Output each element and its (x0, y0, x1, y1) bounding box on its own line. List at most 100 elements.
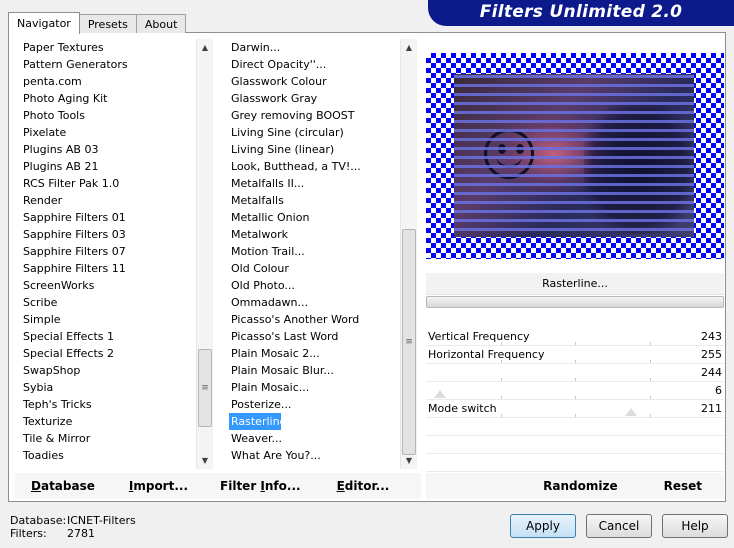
filter-item[interactable]: Living Sine (circular) (223, 124, 430, 141)
database-info: Database: ICNET-Filters Filters: 2781 (10, 514, 136, 540)
database-label: Database: (10, 514, 67, 527)
right-button-bar: Randomize Reset (426, 473, 724, 499)
filter-item[interactable]: What Are You?... (223, 447, 430, 464)
filter-info-button[interactable]: Filter Info... (210, 479, 311, 493)
tab-strip: Navigator Presets About (8, 11, 187, 34)
category-item[interactable]: Simple (15, 311, 220, 328)
filter-item[interactable]: Metalwork (223, 226, 430, 243)
control-label: Vertical Frequency (428, 330, 530, 343)
slider-marker-icon[interactable] (625, 408, 637, 416)
filter-item[interactable]: Ommadawn... (223, 294, 430, 311)
control-slider[interactable]: 6 (426, 382, 724, 400)
tab-navigator-label: Navigator (17, 17, 71, 30)
category-item[interactable]: ScreenWorks (15, 277, 220, 294)
scroll-up-icon[interactable]: ▲ (197, 39, 213, 56)
apply-button[interactable]: Apply (510, 514, 576, 538)
control-slider[interactable]: Mode switch 211 (426, 400, 724, 418)
category-item[interactable]: Photo Aging Kit (15, 90, 220, 107)
category-item[interactable]: Pattern Generators (15, 56, 220, 73)
control-value: 211 (701, 402, 722, 415)
title-banner: Filters Unlimited 2.0 (428, 0, 734, 26)
category-item[interactable]: Special Effects 2 (15, 345, 220, 362)
scroll-thumb[interactable]: ≡ (198, 349, 212, 427)
preview-area (426, 53, 724, 259)
scroll-thumb[interactable]: ≡ (402, 229, 416, 455)
filter-item[interactable]: Old Photo... (223, 277, 430, 294)
editor-button[interactable]: Editor... (327, 479, 400, 493)
category-scrollbar[interactable]: ▲ ≡ ▼ (196, 39, 213, 469)
empty-control-row (426, 436, 724, 454)
category-item[interactable]: Plugins AB 21 (15, 158, 220, 175)
filter-scrollbar[interactable]: ▲ ≡ ▼ (400, 39, 417, 469)
database-value: ICNET-Filters (67, 514, 136, 527)
control-value: 243 (701, 330, 722, 343)
filter-item[interactable]: Glasswork Colour (223, 73, 430, 90)
category-item[interactable]: Sapphire Filters 11 (15, 260, 220, 277)
cancel-button[interactable]: Cancel (586, 514, 652, 538)
control-slider[interactable]: Horizontal Frequency 255 (426, 346, 724, 364)
scroll-down-icon[interactable]: ▼ (401, 452, 417, 469)
filter-item[interactable]: Weaver... (223, 430, 430, 447)
control-value: 255 (701, 348, 722, 361)
category-item[interactable]: Teph's Tricks (15, 396, 220, 413)
category-item[interactable]: penta.com (15, 73, 220, 90)
filter-item[interactable]: Living Sine (linear) (223, 141, 430, 158)
category-item[interactable]: RCS Filter Pak 1.0 (15, 175, 220, 192)
filter-item[interactable]: Darwin... (223, 39, 430, 56)
import-button[interactable]: Import... (119, 479, 198, 493)
filter-name-label: Rasterline... (426, 273, 724, 295)
randomize-button[interactable]: Randomize (533, 479, 627, 493)
tab-navigator[interactable]: Navigator (8, 12, 80, 34)
filter-item[interactable]: Metalfalls II... (223, 175, 430, 192)
category-item[interactable]: Sapphire Filters 03 (15, 226, 220, 243)
control-label: Mode switch (428, 402, 497, 415)
category-item[interactable]: Scribe (15, 294, 220, 311)
filter-item[interactable]: Old Colour (223, 260, 430, 277)
category-item[interactable]: SwapShop (15, 362, 220, 379)
category-item[interactable]: Pixelate (15, 124, 220, 141)
filter-item[interactable]: Posterize... (223, 396, 430, 413)
left-button-bar: Database Import... Filter Info... Editor… (15, 473, 421, 499)
filter-item[interactable]: Look, Butthead, a TV!... (223, 158, 430, 175)
slider-marker-icon[interactable] (434, 390, 446, 398)
reset-button[interactable]: Reset (654, 479, 712, 493)
tab-about[interactable]: About (135, 14, 187, 33)
category-item[interactable]: Paper Textures (15, 39, 220, 56)
category-item[interactable]: Sapphire Filters 01 (15, 209, 220, 226)
scroll-down-icon[interactable]: ▼ (197, 452, 213, 469)
filter-item[interactable]: Metallic Onion (223, 209, 430, 226)
control-slider[interactable]: 244 (426, 364, 724, 382)
filter-item[interactable]: Direct Opacity''... (223, 56, 430, 73)
category-list[interactable]: Paper Textures Pattern Generators penta.co… (15, 39, 220, 501)
category-item[interactable]: Sapphire Filters 07 (15, 243, 220, 260)
category-item[interactable]: Render (15, 192, 220, 209)
filter-item[interactable]: Picasso's Another Word (223, 311, 430, 328)
filters-count: 2781 (67, 527, 95, 540)
category-item[interactable]: Tile & Mirror (15, 430, 220, 447)
help-button[interactable]: Help (662, 514, 728, 538)
category-item[interactable]: Plugins AB 03 (15, 141, 220, 158)
category-item[interactable]: Sybia (15, 379, 220, 396)
filter-item[interactable]: Grey removing BOOST (223, 107, 430, 124)
filter-item[interactable]: Plain Mosaic... (223, 379, 430, 396)
database-button[interactable]: Database (21, 479, 105, 493)
filter-item[interactable]: Plain Mosaic Blur... (223, 362, 430, 379)
category-item[interactable]: Special Effects 1 (15, 328, 220, 345)
tab-about-label: About (144, 17, 178, 31)
control-slider[interactable]: Vertical Frequency 243 (426, 328, 724, 346)
tab-presets[interactable]: Presets (78, 14, 137, 33)
empty-control-row (426, 454, 724, 472)
app-title: Filters Unlimited 2.0 (479, 2, 683, 22)
category-item[interactable]: Photo Tools (15, 107, 220, 124)
filter-list[interactable]: Darwin... Direct Opacity''... Glasswork Co… (223, 39, 430, 501)
filter-item[interactable]: Motion Trail... (223, 243, 430, 260)
filter-item[interactable]: Glasswork Gray (223, 90, 430, 107)
filter-item-selected[interactable]: Rasterline (229, 413, 286, 430)
filter-item[interactable]: Plain Mosaic 2... (223, 345, 430, 362)
category-item[interactable]: Texturize (15, 413, 220, 430)
filter-item[interactable]: Picasso's Last Word (223, 328, 430, 345)
scroll-up-icon[interactable]: ▲ (401, 39, 417, 56)
category-item[interactable]: Toadies (15, 447, 220, 464)
filter-item[interactable]: Metalfalls (223, 192, 430, 209)
filters-label: Filters: (10, 527, 47, 540)
